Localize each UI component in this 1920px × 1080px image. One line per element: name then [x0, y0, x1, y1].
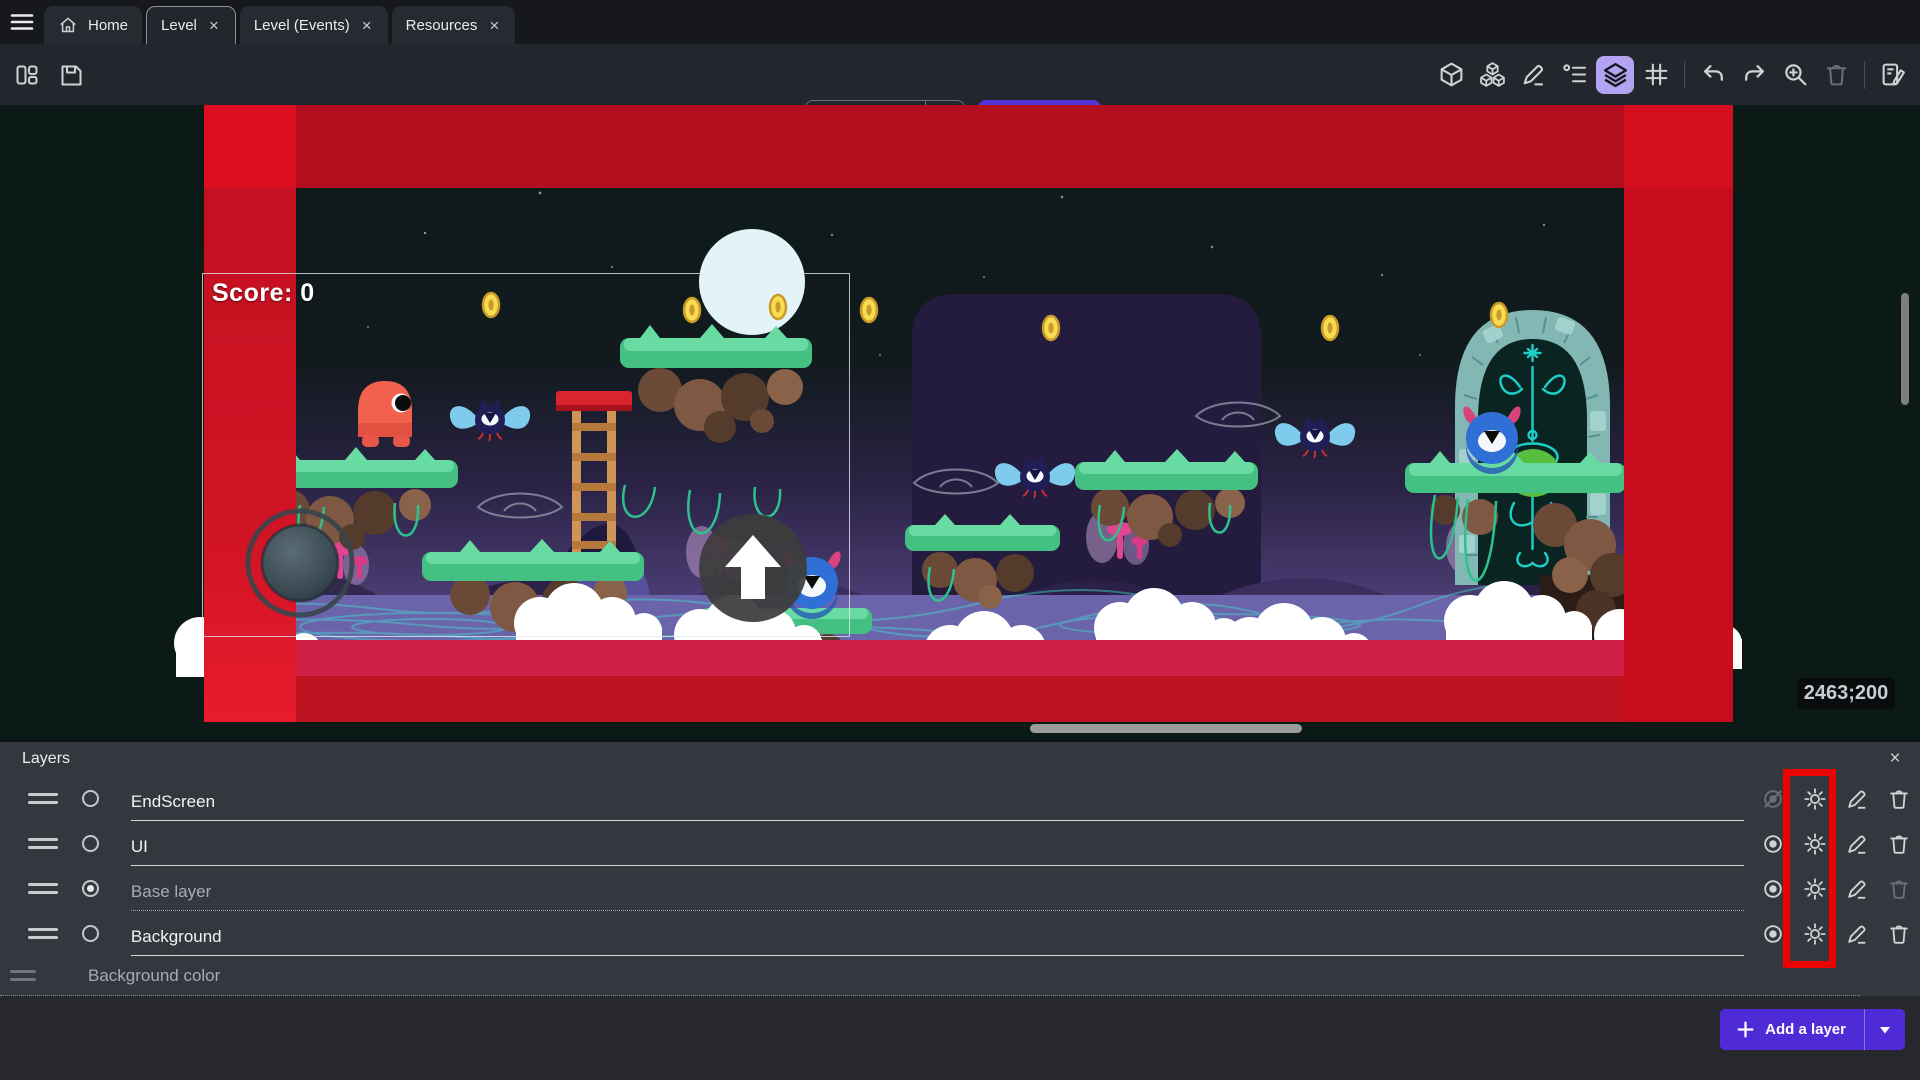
background-color-label: Background color: [88, 966, 220, 986]
scene-properties-icon[interactable]: [1874, 56, 1912, 94]
close-tab-icon[interactable]: ×: [207, 17, 221, 34]
drag-handle-icon[interactable]: [28, 883, 58, 894]
drag-handle-icon: [10, 970, 36, 981]
layer-row-base: Base layer: [0, 866, 1920, 911]
visibility-off-icon[interactable]: [1752, 779, 1794, 819]
score-label: Score: 0: [212, 279, 315, 308]
vertical-scrollbar[interactable]: [1901, 293, 1909, 405]
app-window: Home Level × Level (Events) × Resources …: [0, 0, 1920, 1080]
moon[interactable]: [699, 229, 805, 335]
plus-icon: [1736, 1020, 1755, 1039]
home-icon: [58, 15, 78, 35]
add-layer-button[interactable]: Add a layer: [1720, 1009, 1905, 1050]
grid-icon[interactable]: [1637, 56, 1675, 94]
delete-trash-icon: [1878, 869, 1920, 909]
enemy-beetle[interactable]: [1463, 406, 1520, 474]
close-tab-icon[interactable]: ×: [360, 17, 374, 34]
toolbar-divider: [1864, 61, 1865, 89]
toolbar: Preview Publish: [0, 44, 1920, 105]
layer-select-radio[interactable]: [82, 835, 99, 852]
layer-name-field[interactable]: UI: [131, 821, 1744, 866]
effects-sun-icon[interactable]: [1794, 914, 1836, 954]
drag-handle-icon[interactable]: [28, 928, 58, 939]
main-menu-icon[interactable]: [0, 0, 44, 44]
layer-select-radio[interactable]: [82, 880, 99, 897]
coin[interactable]: [483, 293, 499, 317]
coin[interactable]: [1491, 303, 1507, 327]
delete-trash-icon[interactable]: [1878, 779, 1920, 819]
effects-sun-icon[interactable]: [1794, 869, 1836, 909]
coin[interactable]: [861, 298, 877, 322]
cursor-coordinates: 2463;200: [1797, 678, 1895, 709]
close-tab-icon[interactable]: ×: [487, 17, 501, 34]
delete-trash-icon[interactable]: [1878, 824, 1920, 864]
rename-pencil-icon[interactable]: [1836, 779, 1878, 819]
tab-label: Resources: [406, 17, 478, 34]
tab-bar: Home Level × Level (Events) × Resources …: [0, 0, 1920, 44]
toolbar-divider: [1684, 61, 1685, 89]
undo-icon[interactable]: [1694, 56, 1732, 94]
rename-pencil-icon[interactable]: [1836, 824, 1878, 864]
tab-label: Level: [161, 17, 197, 34]
rename-pencil-icon[interactable]: [1836, 869, 1878, 909]
layer-row-background: Background: [0, 911, 1920, 956]
bottom-strip: Add a layer: [0, 996, 1920, 1080]
tab-label: Level (Events): [254, 17, 350, 34]
tab-label: Home: [88, 17, 128, 34]
layer-name-field[interactable]: EndScreen: [131, 776, 1744, 821]
zoom-in-icon[interactable]: [1776, 56, 1814, 94]
instances-list-icon[interactable]: [1555, 56, 1593, 94]
add-layer-label: Add a layer: [1765, 1021, 1846, 1038]
effects-sun-icon[interactable]: [1794, 824, 1836, 864]
layer-row-ui: UI: [0, 821, 1920, 866]
redo-icon[interactable]: [1735, 56, 1773, 94]
tab-resources[interactable]: Resources ×: [392, 6, 516, 44]
save-icon[interactable]: [52, 56, 90, 94]
game-scene: [0, 105, 1920, 740]
tab-home[interactable]: Home: [44, 6, 142, 44]
drag-handle-icon[interactable]: [28, 793, 58, 804]
layer-name-field[interactable]: Base layer: [131, 866, 1744, 911]
coin[interactable]: [770, 295, 786, 319]
layer-row-endscreen: EndScreen: [0, 776, 1920, 821]
coin[interactable]: [1322, 316, 1338, 340]
scene-editor-canvas[interactable]: Score: 0 2463;200: [0, 105, 1920, 740]
object-groups-icon[interactable]: [1473, 56, 1511, 94]
coin[interactable]: [1043, 316, 1059, 340]
tab-level[interactable]: Level ×: [146, 6, 236, 44]
layers-panel: Layers × EndScreen: [0, 740, 1920, 996]
layer-select-radio[interactable]: [82, 925, 99, 942]
layers-icon[interactable]: [1596, 56, 1634, 94]
jump-button[interactable]: [699, 514, 807, 622]
edit-pencil-icon[interactable]: [1514, 56, 1552, 94]
delete-trash-icon[interactable]: [1878, 914, 1920, 954]
layer-select-radio[interactable]: [82, 790, 99, 807]
panels-icon[interactable]: [8, 56, 46, 94]
close-panel-icon[interactable]: ×: [1882, 746, 1908, 772]
background-color-row: Background color: [0, 956, 1860, 996]
joystick-control[interactable]: [248, 511, 352, 615]
add-layer-dropdown[interactable]: [1865, 1025, 1905, 1035]
trash-icon: [1817, 56, 1855, 94]
panel-title: Layers: [22, 750, 70, 768]
visibility-eye-icon[interactable]: [1752, 869, 1794, 909]
effects-sun-icon[interactable]: [1794, 779, 1836, 819]
chevron-down-icon: [1878, 1025, 1892, 1035]
visibility-eye-icon[interactable]: [1752, 914, 1794, 954]
tab-level-events[interactable]: Level (Events) ×: [240, 6, 388, 44]
horizontal-scrollbar[interactable]: [1030, 724, 1302, 733]
layer-name-field[interactable]: Background: [131, 911, 1744, 956]
rename-pencil-icon[interactable]: [1836, 914, 1878, 954]
drag-handle-icon[interactable]: [28, 838, 58, 849]
coin[interactable]: [684, 298, 700, 322]
visibility-eye-icon[interactable]: [1752, 824, 1794, 864]
cube-icon[interactable]: [1432, 56, 1470, 94]
